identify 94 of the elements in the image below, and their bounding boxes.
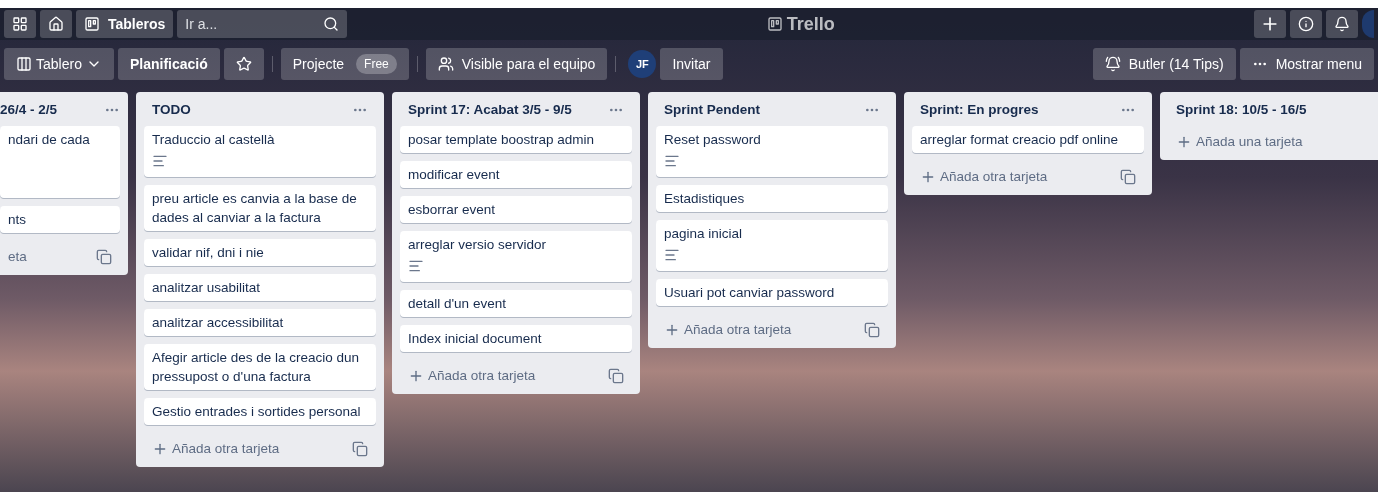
- card-title: Gestio entrades i sortides personal: [152, 403, 362, 421]
- task-card[interactable]: Afegir article des de la creacio dun pressupost o d'una factura: [144, 344, 376, 390]
- bell-icon: [1104, 56, 1121, 72]
- description-icon: [664, 153, 680, 169]
- task-card[interactable]: modificar event: [400, 161, 632, 188]
- task-card[interactable]: Estadistiques: [656, 185, 888, 212]
- add-card-button[interactable]: Añada otra tarjeta: [920, 166, 1048, 188]
- template-icon[interactable]: [864, 322, 880, 338]
- board-icon: [84, 16, 100, 32]
- list-title[interactable]: Sprint 18: 10/5 - 16/5: [1176, 99, 1307, 121]
- card-title: analitzar usabilitat: [152, 279, 262, 297]
- board-title[interactable]: Planificació: [117, 48, 220, 80]
- people-icon: [437, 56, 454, 72]
- list-title[interactable]: 26/4 - 2/5: [0, 99, 58, 121]
- boards-button[interactable]: Tableros: [76, 10, 174, 38]
- task-card[interactable]: pagina inicial: [656, 220, 888, 271]
- add-card-button[interactable]: Añada otra tarjeta: [664, 319, 792, 341]
- visibility-button[interactable]: Visible para el equipo: [425, 48, 608, 80]
- list-title[interactable]: Sprint: En progres: [920, 99, 1039, 121]
- card-title: arreglar format creacio pdf online: [920, 131, 1120, 149]
- team-button[interactable]: Projecte Free: [280, 48, 409, 80]
- template-icon[interactable]: [608, 368, 624, 384]
- task-card[interactable]: Usuari pot canviar password: [656, 279, 888, 306]
- card-title: analitzar accessibilitat: [152, 314, 285, 332]
- template-icon[interactable]: [96, 249, 112, 265]
- task-card[interactable]: preu article es canvia a la base de dades al canviar a la factura: [144, 185, 376, 231]
- task-card[interactable]: Gestio entrades i sortides personal: [144, 398, 376, 425]
- apps-button[interactable]: [4, 10, 36, 38]
- board-icon: [766, 16, 783, 32]
- plus-icon: [1176, 134, 1192, 150]
- columns-icon: [16, 56, 32, 72]
- list-title[interactable]: Sprint 17: Acabat 3/5 - 9/5: [408, 99, 572, 121]
- card-title: ndari de cada: [8, 131, 91, 149]
- butler-button[interactable]: Butler (14 Tips): [1092, 48, 1236, 80]
- show-menu-button[interactable]: Mostrar menu: [1239, 48, 1374, 80]
- task-card[interactable]: Traduccio al castellà: [144, 126, 376, 177]
- task-card[interactable]: Index inicial document: [400, 325, 632, 352]
- home-button[interactable]: [40, 10, 72, 38]
- task-card[interactable]: analitzar accessibilitat: [144, 309, 376, 336]
- view-switcher-button[interactable]: Tablero: [4, 48, 114, 80]
- bell-icon: [1334, 16, 1350, 32]
- card-title: pagina inicial: [664, 225, 744, 243]
- add-card-button[interactable]: Añada una tarjeta: [1176, 131, 1303, 153]
- grid-icon: [12, 16, 28, 32]
- card-title: preu article es canvia a la base de dades al canviar a la factura: [152, 190, 358, 227]
- card-title: Afegir article des de la creacio dun pressupost o d'una factura: [152, 349, 361, 386]
- task-card[interactable]: nts: [0, 206, 120, 233]
- search-icon[interactable]: [323, 16, 340, 32]
- description-icon: [408, 258, 424, 274]
- plus-icon: [408, 368, 424, 384]
- task-card[interactable]: Reset password: [656, 126, 888, 177]
- notifications-button[interactable]: [1326, 10, 1358, 38]
- task-card[interactable]: arreglar versio servidor: [400, 231, 632, 282]
- task-card[interactable]: posar template boostrap admin: [400, 126, 632, 153]
- invite-button[interactable]: Invitar: [660, 48, 723, 80]
- task-card[interactable]: esborrar event: [400, 196, 632, 223]
- card-title: posar template boostrap admin: [408, 131, 596, 149]
- card-title: Usuari pot canviar password: [664, 284, 836, 302]
- star-icon: [235, 56, 252, 72]
- info-button[interactable]: [1290, 10, 1322, 38]
- list-title[interactable]: Sprint Pendent: [664, 99, 760, 121]
- task-card[interactable]: analitzar usabilitat: [144, 274, 376, 301]
- plan-badge: Free: [356, 54, 397, 74]
- template-icon[interactable]: [1120, 169, 1136, 185]
- card-title: validar nif, dni i nie: [152, 244, 265, 262]
- plus-icon: [920, 169, 936, 185]
- plus-icon: [664, 322, 680, 338]
- card-title: Estadistiques: [664, 190, 746, 208]
- task-card[interactable]: validar nif, dni i nie: [144, 239, 376, 266]
- card-title: modificar event: [408, 166, 501, 184]
- task-card[interactable]: detall d'un event: [400, 290, 632, 317]
- task-card[interactable]: arreglar format creacio pdf online: [912, 126, 1144, 153]
- card-title: Index inicial document: [408, 330, 543, 348]
- card-title: arreglar versio servidor: [408, 236, 548, 254]
- card-title: nts: [8, 211, 27, 229]
- add-card-button[interactable]: Añada otra tarjeta: [152, 438, 280, 460]
- card-title: esborrar event: [408, 201, 497, 219]
- description-icon: [152, 153, 168, 169]
- app-logo[interactable]: Trello: [766, 10, 835, 38]
- description-icon: [664, 247, 680, 263]
- card-title: detall d'un event: [408, 295, 507, 313]
- task-card[interactable]: ndari de cada: [0, 126, 120, 198]
- create-button[interactable]: [1254, 10, 1286, 38]
- info-icon: [1298, 16, 1314, 32]
- list-title[interactable]: TODO: [152, 99, 191, 121]
- template-icon[interactable]: [352, 441, 368, 457]
- add-card-button[interactable]: eta: [8, 246, 27, 268]
- card-title: Traduccio al castellà: [152, 131, 276, 149]
- member-avatar[interactable]: JF: [628, 50, 657, 78]
- star-button[interactable]: [223, 48, 264, 80]
- add-card-button[interactable]: Añada otra tarjeta: [408, 365, 536, 387]
- card-title: Reset password: [664, 131, 762, 149]
- home-icon: [48, 16, 64, 32]
- plus-icon: [152, 441, 168, 457]
